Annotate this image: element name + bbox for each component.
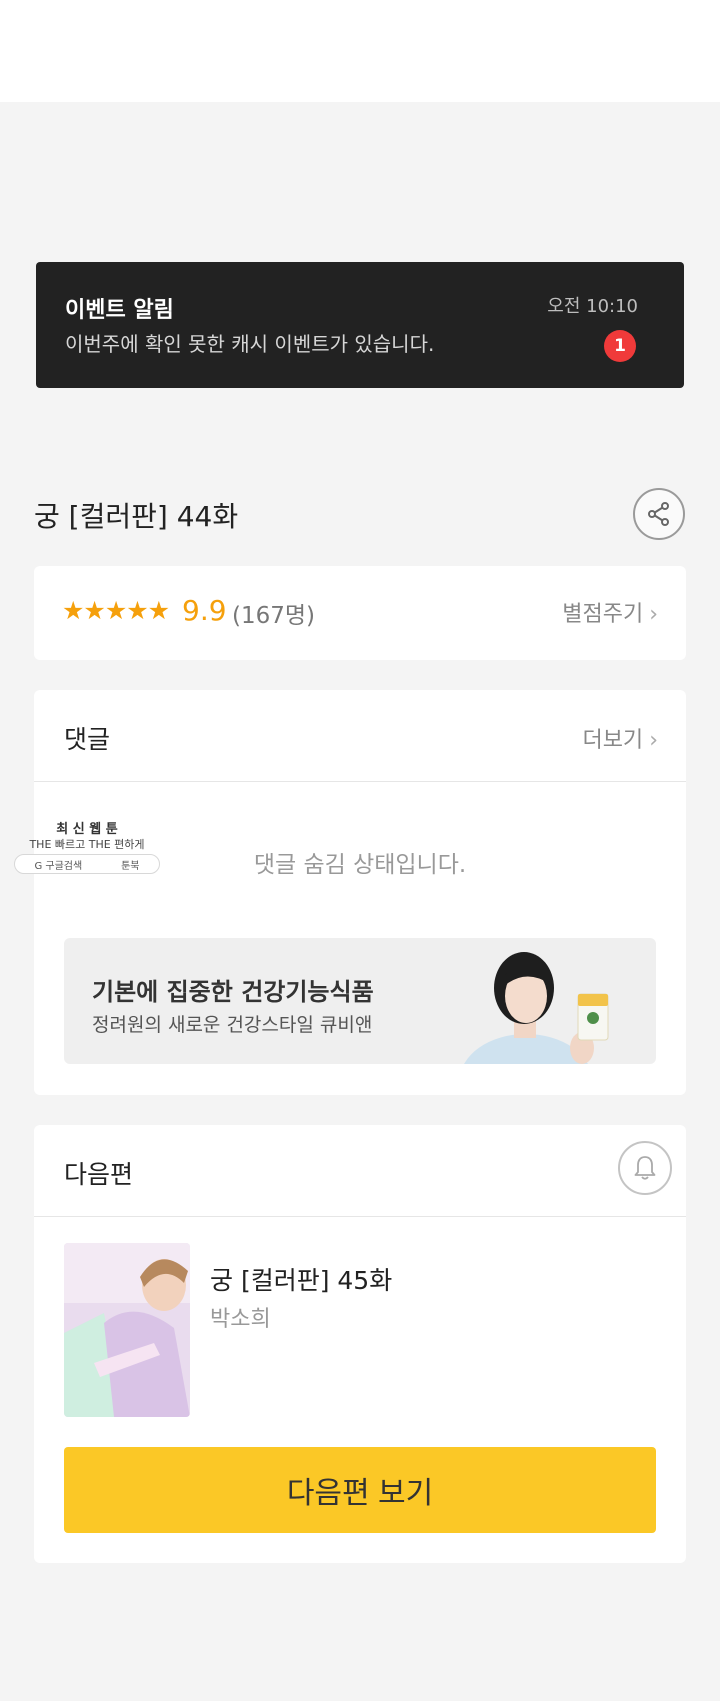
- rate-button-label: 별점주기: [562, 602, 644, 627]
- toast-message: 이번주에 확인 못한 캐시 이벤트가 있습니다.: [65, 332, 435, 356]
- ad-subtitle: 정려원의 새로운 건강스타일 큐비앤: [92, 1014, 373, 1036]
- chevron-right-icon: ›: [649, 728, 658, 753]
- rating-count: (167명): [232, 603, 316, 629]
- toast-time: 오전 10:10: [547, 296, 638, 317]
- promo-google-label: G 구글검색: [34, 860, 83, 872]
- next-episode-author: 박소희: [210, 1307, 271, 1332]
- episode-title: 궁 [컬러판] 44화: [34, 500, 239, 533]
- chevron-right-icon: ›: [649, 602, 658, 627]
- more-label: 더보기: [582, 728, 644, 753]
- ad-title: 기본에 집중한 건강기능식품: [92, 978, 374, 1006]
- notification-count-badge: 1: [604, 330, 636, 362]
- next-episode-section-title: 다음편: [64, 1160, 134, 1189]
- promo-toonbook-label: 툰북: [121, 860, 140, 872]
- bell-icon: [634, 1156, 656, 1180]
- next-episode-card: 다음편 궁 [컬러판] 45화 박소희 다음편 보기: [34, 1125, 686, 1563]
- notify-button[interactable]: [618, 1141, 672, 1195]
- comments-card: 댓글 더보기 › 댓글 숨김 상태입니다. 기본에 집중한 건강기능식품 정려원의…: [34, 690, 686, 1095]
- comments-header: 댓글 더보기 ›: [34, 690, 686, 782]
- share-button[interactable]: [633, 488, 685, 540]
- share-icon: [648, 502, 669, 526]
- rating-stars: ★★★★★: [62, 596, 170, 625]
- view-next-episode-button[interactable]: 다음편 보기: [64, 1447, 656, 1533]
- next-episode-title: 궁 [컬러판] 45화: [210, 1266, 393, 1295]
- rating-card: ★★★★★ 9.9 (167명) 별점주기 ›: [34, 566, 686, 660]
- ad-model-image: [464, 952, 609, 1064]
- next-episode-thumbnail[interactable]: [64, 1243, 190, 1417]
- top-bar: [0, 0, 720, 102]
- promo-tagline: THE 빠르고 THE 편하게: [29, 838, 145, 851]
- comments-more-button[interactable]: 더보기 ›: [582, 722, 658, 754]
- next-episode-header: 다음편: [34, 1125, 686, 1217]
- promo-title: 최 신 웹 툰: [56, 822, 118, 837]
- comments-title: 댓글: [64, 725, 111, 754]
- promo-search-pill: G 구글검색 툰북: [14, 854, 160, 874]
- rating-score: 9.9: [182, 594, 227, 627]
- rate-button[interactable]: 별점주기 ›: [562, 596, 658, 628]
- toast-title: 이벤트 알림: [65, 298, 174, 323]
- ad-banner[interactable]: 기본에 집중한 건강기능식품 정려원의 새로운 건강스타일 큐비앤: [64, 938, 656, 1064]
- event-notification-toast[interactable]: 이벤트 알림 이번주에 확인 못한 캐시 이벤트가 있습니다. 오전 10:10…: [36, 262, 684, 388]
- promo-sticker[interactable]: 최 신 웹 툰 THE 빠르고 THE 편하게 G 구글검색 툰북: [12, 818, 162, 876]
